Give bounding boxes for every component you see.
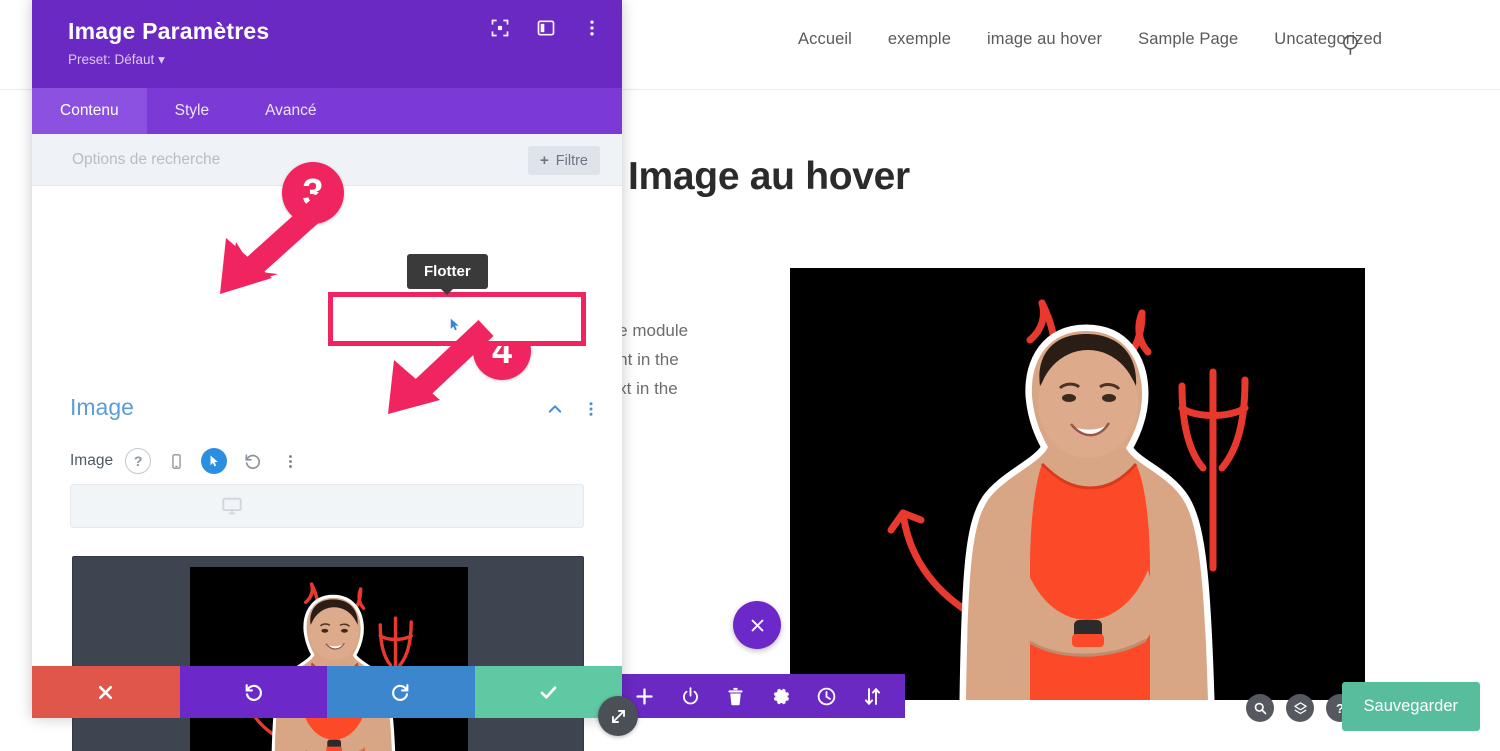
gear-settings-icon[interactable] xyxy=(771,686,792,707)
tab-style[interactable]: Style xyxy=(147,88,237,134)
reset-undo-icon[interactable] xyxy=(239,448,265,474)
zoom-search-icon[interactable] xyxy=(1246,694,1274,722)
nav-item-sample-page[interactable]: Sample Page xyxy=(1138,30,1238,49)
hover-cursor-icon[interactable] xyxy=(201,448,228,474)
paragraph-line: the module xyxy=(604,321,689,340)
undo-button[interactable] xyxy=(179,666,327,718)
nav-item-exemple[interactable]: exemple xyxy=(888,30,951,49)
paragraph-line: text in the xyxy=(604,379,678,398)
builder-floating-toolbar[interactable] xyxy=(612,674,905,718)
modal-preset-selector[interactable]: Preset: Défaut ▾ xyxy=(68,52,165,68)
field-label-image: Image xyxy=(70,452,114,469)
main-navigation[interactable]: Accueil exemple image au hover Sample Pa… xyxy=(798,30,1382,49)
preset-label: Preset: Défaut xyxy=(68,52,155,67)
save-page-button[interactable]: Sauvegarder xyxy=(1341,682,1480,731)
trash-icon[interactable] xyxy=(725,686,746,707)
devil-illustration xyxy=(790,268,1365,700)
expand-icon[interactable] xyxy=(490,18,510,38)
help-icon[interactable]: ? xyxy=(125,448,152,474)
modal-tabs[interactable]: Contenu Style Avancé xyxy=(32,88,622,134)
chevron-down-icon[interactable]: ▾ xyxy=(158,52,165,67)
image-value-field[interactable] xyxy=(70,484,584,528)
filter-button-label: Filtre xyxy=(555,152,588,169)
annotation-arrow-4 xyxy=(388,320,494,414)
tab-contenu[interactable]: Contenu xyxy=(32,88,147,134)
image-preview-thumbnail[interactable] xyxy=(190,567,468,751)
section-title-image: Image xyxy=(70,394,134,420)
close-module-button[interactable] xyxy=(733,601,781,649)
modal-header: Image Paramètres Preset: Défaut ▾ xyxy=(32,0,622,88)
hero-image[interactable] xyxy=(790,268,1365,700)
section-controls[interactable] xyxy=(546,400,600,418)
more-vertical-icon[interactable] xyxy=(277,448,303,474)
screenshot-root: Accueil exemple image au hover Sample Pa… xyxy=(0,0,1500,751)
cancel-button[interactable] xyxy=(32,666,180,718)
redo-button[interactable] xyxy=(327,666,475,718)
desktop-monitor-icon xyxy=(221,495,243,517)
image-preview-panel[interactable] xyxy=(72,556,584,751)
viewport-controls[interactable]: ? xyxy=(1246,694,1354,722)
nav-item-accueil[interactable]: Accueil xyxy=(798,30,852,49)
module-settings-modal: Image Paramètres Preset: Défaut ▾ Conten… xyxy=(32,0,622,751)
more-vertical-icon[interactable] xyxy=(582,400,600,418)
tooltip-flotter: Flotter xyxy=(407,254,488,295)
search-icon[interactable] xyxy=(1339,32,1365,58)
tab-avance[interactable]: Avancé xyxy=(237,88,344,134)
modal-header-actions[interactable] xyxy=(490,18,602,38)
nav-item-image-au-hover[interactable]: image au hover xyxy=(987,30,1102,49)
devil-illustration-thumb xyxy=(190,567,468,751)
responsive-mobile-icon[interactable] xyxy=(163,448,189,474)
annotation-arrow-3 xyxy=(220,186,340,294)
resize-diagonal-icon[interactable] xyxy=(598,696,638,736)
paragraph-line: tent in the xyxy=(604,350,679,369)
more-vertical-icon[interactable] xyxy=(582,18,602,38)
add-icon[interactable] xyxy=(634,686,655,707)
history-clock-icon[interactable] xyxy=(816,686,837,707)
page-paragraph: the module tent in the text in the xyxy=(604,316,744,403)
split-view-icon[interactable] xyxy=(536,18,556,38)
modal-title: Image Paramètres xyxy=(68,18,270,44)
chevron-up-icon[interactable] xyxy=(546,400,564,418)
plus-icon: + xyxy=(540,152,549,169)
search-input[interactable] xyxy=(72,150,402,169)
layers-icon[interactable] xyxy=(1286,694,1314,722)
sort-order-icon[interactable] xyxy=(862,686,883,707)
filter-button[interactable]: + Filtre xyxy=(528,146,600,175)
page-title: Image au hover xyxy=(628,155,910,198)
field-label-row: Image ? xyxy=(70,448,303,474)
modal-action-bar[interactable] xyxy=(32,666,622,718)
nav-item-uncategorized[interactable]: Uncategorized xyxy=(1274,30,1382,49)
power-toggle-icon[interactable] xyxy=(680,686,701,707)
